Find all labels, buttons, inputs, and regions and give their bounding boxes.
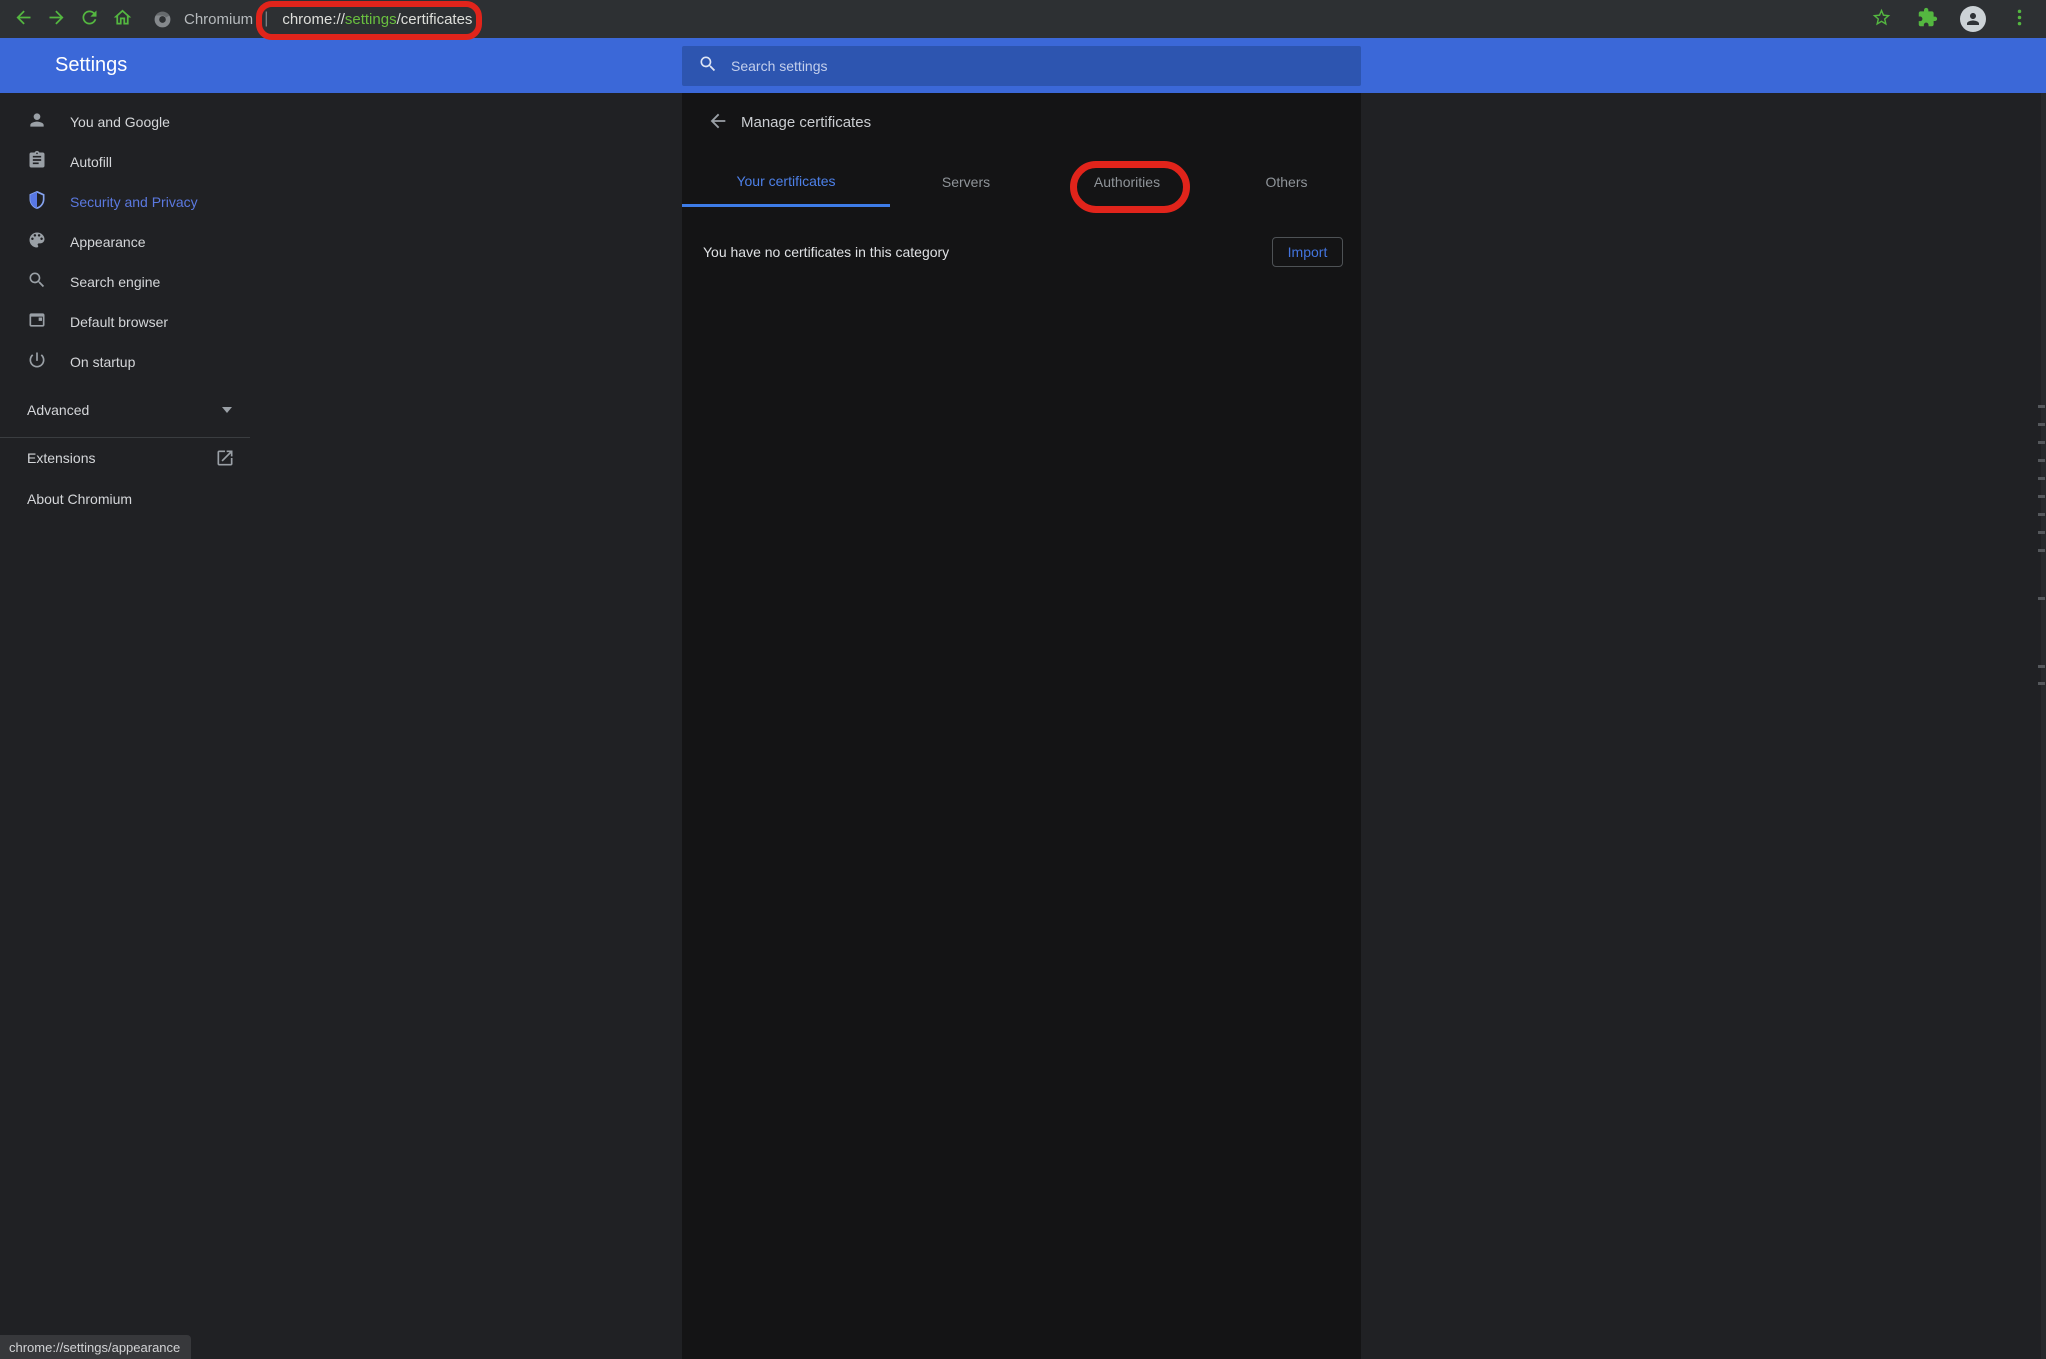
right-filler-panel <box>1361 93 2046 1359</box>
tab-others[interactable]: Others <box>1212 157 1361 207</box>
sidebar-item-about-chromium[interactable]: About Chromium <box>0 479 682 519</box>
search-icon <box>682 54 718 79</box>
back-button[interactable] <box>8 4 38 34</box>
avatar <box>1960 6 1986 32</box>
address-bar[interactable]: chrome://settings/certificates <box>282 11 472 28</box>
search-input[interactable] <box>731 58 1361 74</box>
certificate-tabs: Your certificates Servers Authorities Ot… <box>682 157 1361 207</box>
status-url: chrome://settings/appearance <box>9 1340 180 1355</box>
screen-artifact <box>2038 477 2045 480</box>
forward-button[interactable] <box>41 4 71 34</box>
screen-artifact <box>2038 441 2045 444</box>
screen-artifact <box>2038 665 2045 668</box>
sidebar-item-security-and-privacy[interactable]: Security and Privacy <box>0 182 682 222</box>
screen-artifact <box>2038 549 2045 552</box>
import-button[interactable]: Import <box>1272 237 1343 267</box>
screen-edge-strip <box>2041 93 2046 1359</box>
browser-window-icon <box>27 310 47 335</box>
sidebar-item-label: Autofill <box>70 154 112 170</box>
extensions-label: Extensions <box>27 450 95 466</box>
reload-button[interactable] <box>74 4 104 34</box>
page-title-label: Chromium <box>184 11 253 28</box>
tab-servers[interactable]: Servers <box>890 157 1042 207</box>
bookmark-star-button[interactable] <box>1866 4 1896 34</box>
screen-artifact <box>2038 495 2045 498</box>
search-icon <box>27 270 47 295</box>
shield-icon <box>27 190 47 215</box>
power-icon <box>27 350 47 375</box>
settings-title: Settings <box>55 38 127 93</box>
sidebar-item-appearance[interactable]: Appearance <box>0 222 682 262</box>
sidebar-item-autofill[interactable]: Autofill <box>0 142 682 182</box>
star-icon <box>1871 7 1892 31</box>
palette-icon <box>27 230 47 255</box>
screen-artifact <box>2038 459 2045 462</box>
three-dot-menu-icon <box>2009 7 2030 31</box>
sidebar-item-default-browser[interactable]: Default browser <box>0 302 682 342</box>
sidebar-item-label: Appearance <box>70 234 146 250</box>
sidebar-item-label: You and Google <box>70 114 170 130</box>
tab-your-certificates[interactable]: Your certificates <box>682 157 890 207</box>
sidebar-item-label: Default browser <box>70 314 168 330</box>
puzzle-piece-icon <box>1917 7 1938 31</box>
sidebar-advanced-toggle[interactable]: Advanced <box>0 390 682 430</box>
screen-artifact <box>2038 513 2045 516</box>
sidebar-item-label: Search engine <box>70 274 160 290</box>
person-icon <box>27 110 47 135</box>
chevron-down-icon <box>222 407 232 413</box>
back-arrow-icon <box>13 7 34 31</box>
certificates-page: Manage certificates Your certificates Se… <box>682 93 1361 1359</box>
advanced-label: Advanced <box>27 402 89 418</box>
screen-artifact <box>2038 531 2045 534</box>
status-bubble: chrome://settings/appearance <box>0 1335 191 1359</box>
sidebar-item-extensions[interactable]: Extensions <box>0 438 682 478</box>
tab-authorities[interactable]: Authorities <box>1042 157 1212 207</box>
manage-certificates-back-button[interactable] <box>702 106 734 138</box>
about-label: About Chromium <box>27 491 132 507</box>
browser-toolbar: Chromium | chrome://settings/certificate… <box>0 0 2046 38</box>
extensions-button[interactable] <box>1912 4 1942 34</box>
screen-artifact <box>2038 423 2045 426</box>
sidebar-item-you-and-google[interactable]: You and Google <box>0 102 682 142</box>
page-title: Manage certificates <box>741 114 871 131</box>
home-button[interactable] <box>107 4 137 34</box>
profile-button[interactable] <box>1958 4 1988 34</box>
screen-artifact <box>2038 405 2045 408</box>
title-url-separator: | <box>264 10 268 28</box>
chromium-logo-icon <box>153 10 172 29</box>
settings-header: Settings <box>0 38 2046 93</box>
sidebar-item-search-engine[interactable]: Search engine <box>0 262 682 302</box>
sidebar-item-on-startup[interactable]: On startup <box>0 342 682 382</box>
reload-icon <box>79 7 100 31</box>
settings-sidebar: You and Google Autofill Security and Pri… <box>0 93 682 1359</box>
settings-search-box[interactable] <box>682 46 1361 86</box>
screen-artifact <box>2038 597 2045 600</box>
sidebar-item-label: Security and Privacy <box>70 194 198 210</box>
forward-arrow-icon <box>46 7 67 31</box>
browser-menu-button[interactable] <box>2004 4 2034 34</box>
home-icon <box>112 7 133 31</box>
autofill-icon <box>27 150 47 175</box>
screen-artifact <box>2038 682 2045 685</box>
sidebar-item-label: On startup <box>70 354 135 370</box>
back-arrow-icon <box>707 110 729 135</box>
empty-state-text: You have no certificates in this categor… <box>703 230 949 274</box>
browser-window: Chromium | chrome://settings/certificate… <box>0 0 2046 1359</box>
